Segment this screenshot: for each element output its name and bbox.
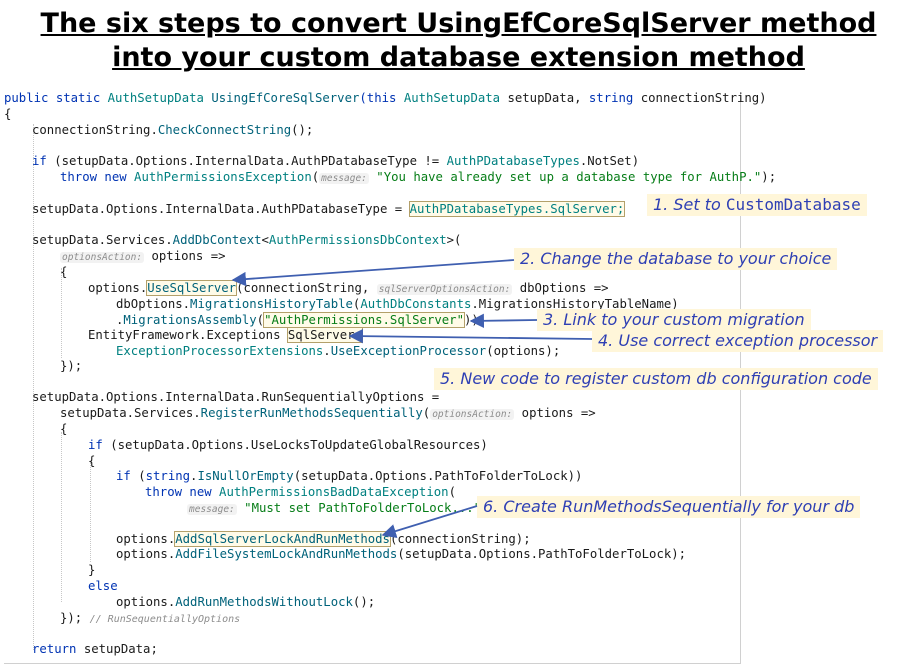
arrow-step-4 [348, 328, 593, 344]
arrow-step-6 [381, 505, 478, 539]
arrow-step-2 [231, 259, 515, 287]
arrow-step-3 [469, 313, 538, 329]
annotation-arrows [231, 259, 593, 539]
